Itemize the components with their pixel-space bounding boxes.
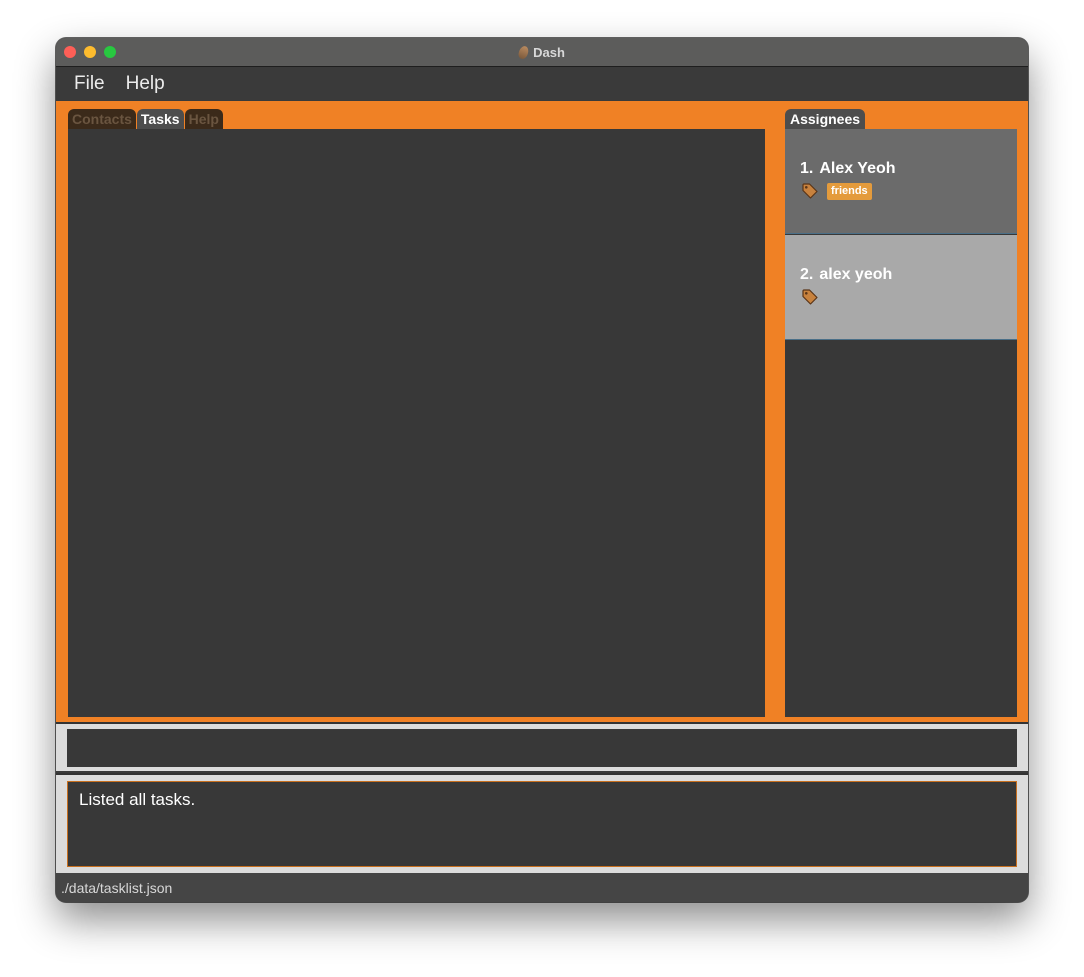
assignee-tags — [801, 288, 819, 306]
tab-tasks[interactable]: Tasks — [136, 109, 184, 129]
result-display: Listed all tasks. — [67, 781, 1017, 867]
tag-icon — [802, 183, 818, 199]
result-area: Listed all tasks. — [56, 773, 1028, 873]
assignee-title: 1. Alex Yeoh — [800, 160, 896, 178]
assignee-tags: friends — [801, 182, 872, 200]
tab-help[interactable]: Help — [184, 109, 223, 129]
window-title-group: Dash — [56, 38, 1028, 66]
menu-file[interactable]: File — [74, 73, 105, 95]
tag-badge: friends — [827, 182, 872, 200]
app-window: Dash File Help Contacts Tasks Help Assig… — [56, 38, 1028, 902]
tab-assignees[interactable]: Assignees — [785, 109, 866, 129]
tab-bar: Contacts Tasks Help — [68, 109, 224, 129]
assignee-card[interactable]: 2. alex yeoh — [785, 235, 1017, 340]
task-list-panel — [68, 129, 765, 717]
command-input[interactable] — [67, 729, 1017, 767]
assignee-index: 2. — [800, 266, 814, 283]
assignee-index: 1. — [800, 160, 814, 177]
menu-bar: File Help — [56, 67, 1028, 101]
assignee-title: 2. alex yeoh — [800, 266, 892, 284]
command-area — [56, 722, 1028, 771]
assignee-name: Alex Yeoh — [819, 160, 896, 177]
assignee-list: 1. Alex Yeoh friends 2. alex yeoh — [785, 129, 1017, 717]
main-area: Contacts Tasks Help Assignees 1. Alex Yeo… — [56, 101, 1028, 722]
window-title: Dash — [533, 44, 565, 60]
status-bar: ./data/tasklist.json — [56, 873, 1028, 902]
app-icon — [517, 44, 531, 60]
title-bar: Dash — [56, 38, 1028, 67]
tab-contacts[interactable]: Contacts — [68, 109, 136, 129]
assignee-card[interactable]: 1. Alex Yeoh friends — [785, 129, 1017, 234]
assignee-name: alex yeoh — [819, 266, 893, 283]
menu-help[interactable]: Help — [126, 73, 165, 95]
tag-icon — [802, 289, 818, 305]
